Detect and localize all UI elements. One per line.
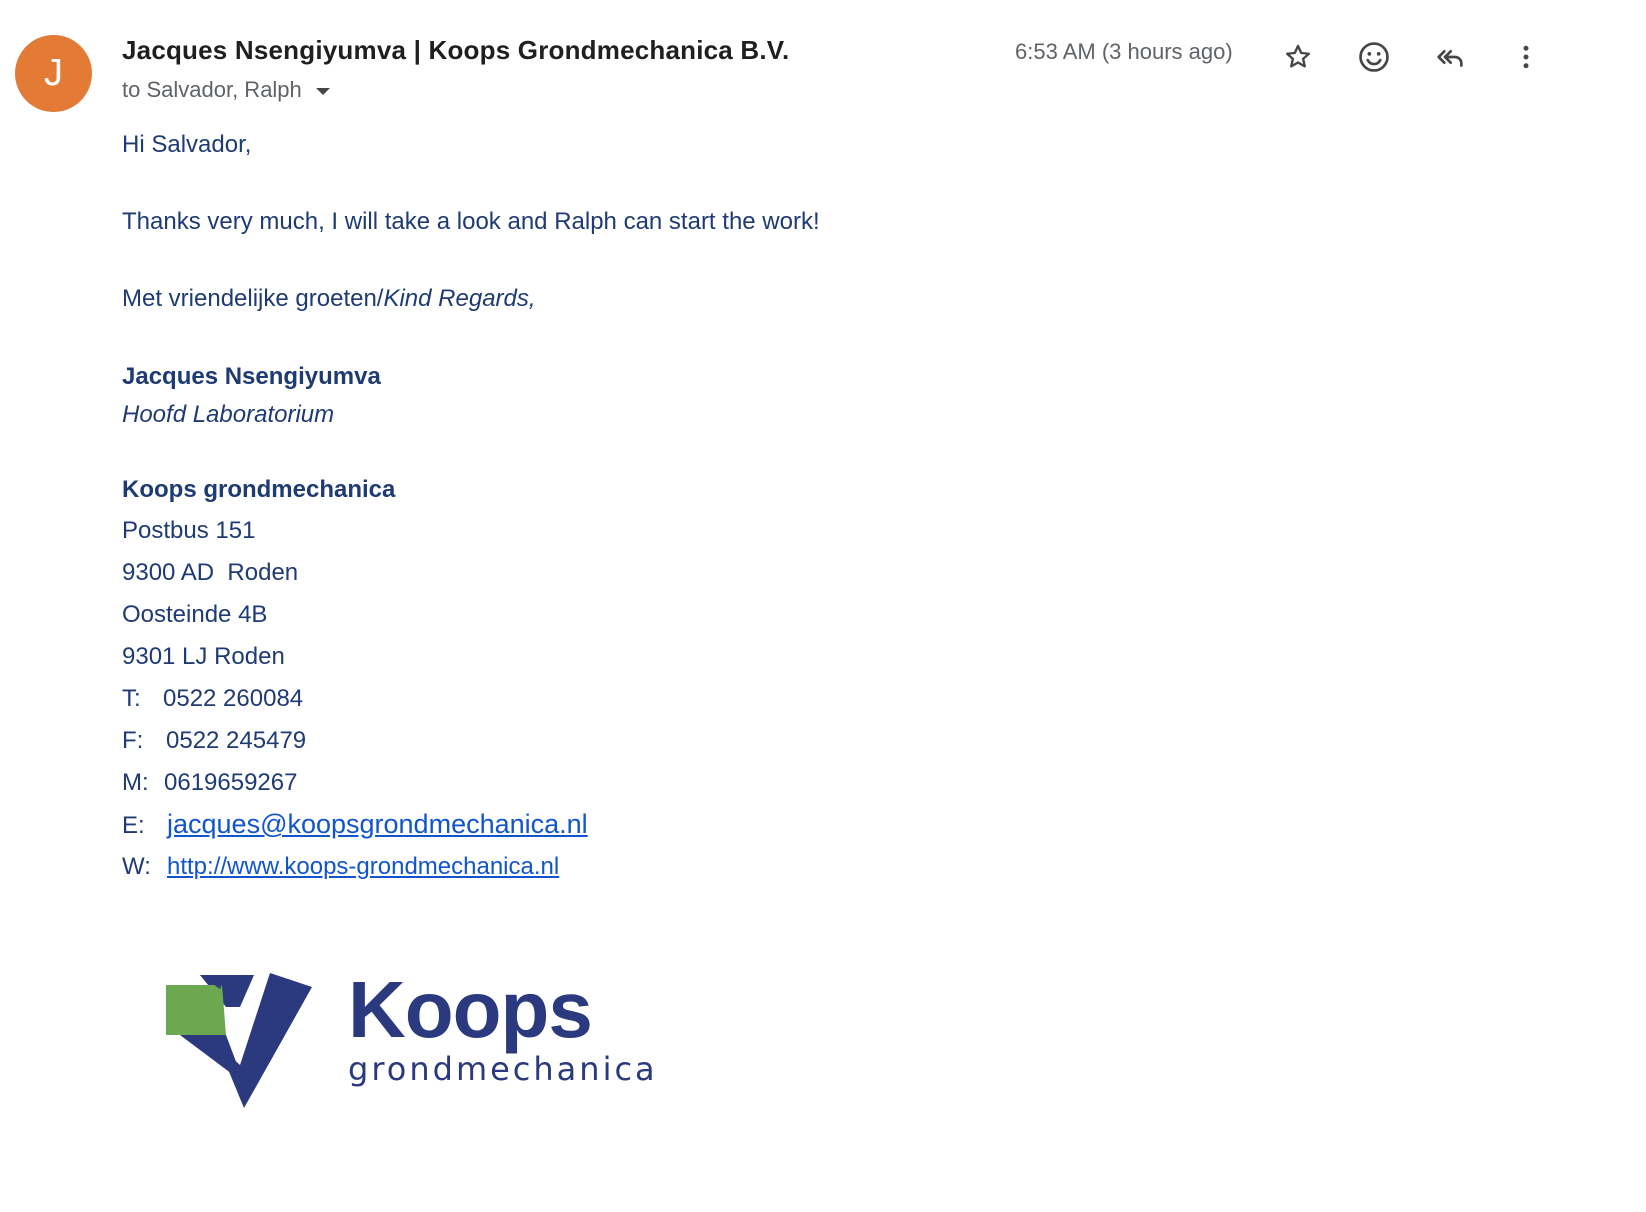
- company-logo: Koops grondmechanica: [160, 965, 670, 1115]
- phone-row: T: 0522 260084: [122, 685, 303, 713]
- email-label: E:: [122, 812, 145, 839]
- logo-subtitle: grondmechanica: [348, 1050, 658, 1088]
- avatar-letter: J: [44, 52, 63, 94]
- recipients-text: to Salvador, Ralph: [122, 77, 302, 102]
- signature-title: Hoofd Laboratorium: [122, 401, 335, 428]
- message-text: Thanks very much, I will take a look and…: [122, 208, 820, 235]
- closing-line: Met vriendelijke groeten/Kind Regards,: [122, 285, 536, 313]
- greeting: Hi Salvador,: [122, 131, 252, 158]
- address-line: Oosteinde 4B: [122, 601, 268, 628]
- mobile-row: M: 0619659267: [122, 769, 297, 797]
- signature-name: Jacques Nsengiyumva: [122, 363, 381, 390]
- add-reaction-button[interactable]: [1352, 35, 1396, 79]
- logo-mark-icon: [166, 973, 312, 1108]
- email-row: E: jacques@koopsgrondmechanica.nl: [122, 809, 588, 840]
- web-label: W:: [122, 853, 151, 880]
- email-view: J Jacques Nsengiyumva | Koops Grondmecha…: [0, 0, 1646, 1212]
- fax-row: F: 0522 245479: [122, 727, 306, 755]
- sender-name: Jacques Nsengiyumva | Koops Grondmechani…: [122, 35, 790, 65]
- address-line: 9301 LJ Roden: [122, 643, 285, 670]
- signature-company: Koops grondmechanica: [122, 476, 396, 503]
- timestamp: 6:53 AM (3 hours ago): [1015, 39, 1233, 64]
- closing-dutch: Met vriendelijke groeten/: [122, 285, 384, 312]
- phone-value: 0522 260084: [163, 685, 304, 712]
- mobile-label: M:: [122, 769, 149, 796]
- website-link[interactable]: http://www.koops-grondmechanica.nl: [167, 853, 559, 880]
- reply-all-icon: [1437, 49, 1463, 67]
- phone-label: T:: [122, 685, 141, 712]
- logo-wordmark: Koops: [348, 965, 593, 1054]
- recipients-details[interactable]: to Salvador, Ralph: [122, 77, 330, 103]
- mobile-value: 0619659267: [164, 769, 298, 796]
- star-icon: [1285, 44, 1311, 68]
- more-options-button[interactable]: [1504, 35, 1548, 79]
- avatar[interactable]: J: [15, 35, 92, 112]
- email-link[interactable]: jacques@koopsgrondmechanica.nl: [167, 809, 588, 839]
- more-vert-icon: [1523, 45, 1529, 69]
- fax-value: 0522 245479: [166, 727, 307, 754]
- closing-english: Kind Regards,: [383, 285, 536, 312]
- address-line: 9300 AD Roden: [122, 559, 299, 586]
- reply-all-button[interactable]: [1428, 35, 1472, 79]
- address-line: Postbus 151: [122, 517, 256, 544]
- chevron-down-icon[interactable]: [315, 87, 330, 95]
- fax-label: F:: [122, 727, 144, 754]
- emoji-icon: [1359, 42, 1389, 72]
- web-row: W: http://www.koops-grondmechanica.nl: [122, 853, 559, 881]
- star-button[interactable]: [1276, 35, 1320, 79]
